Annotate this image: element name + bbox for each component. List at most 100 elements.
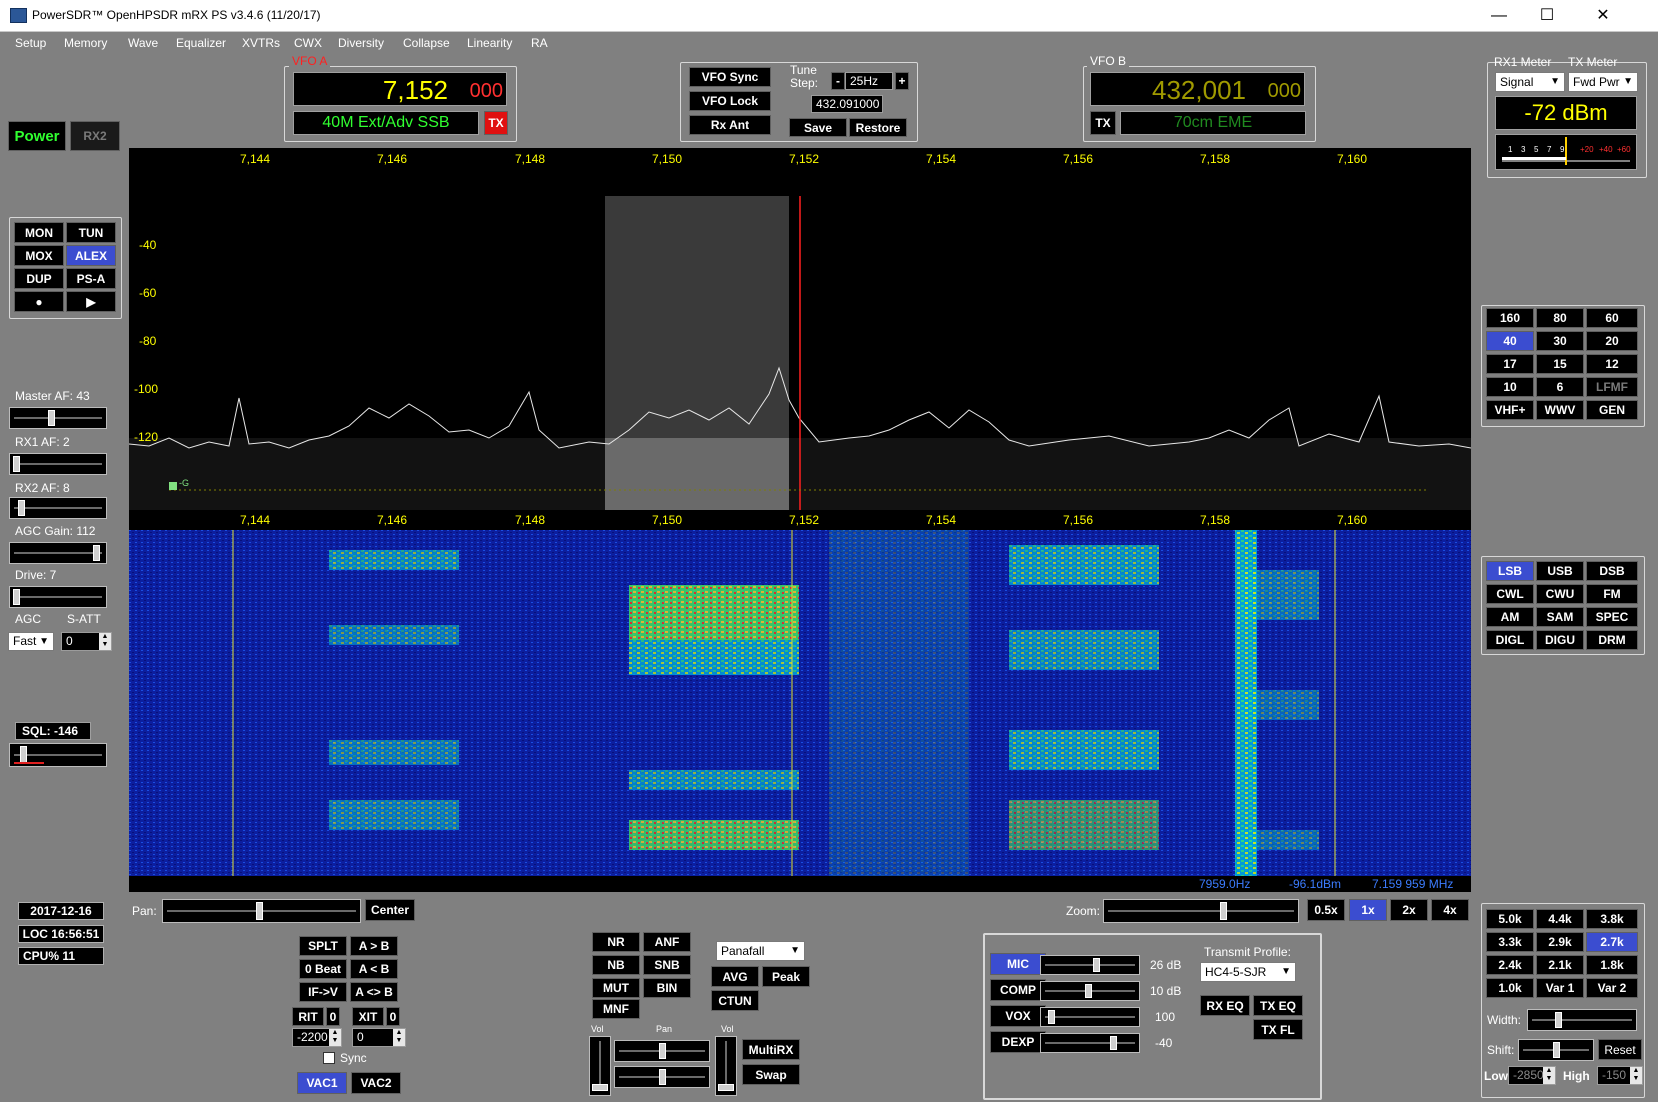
mic-gain-slider[interactable] bbox=[1040, 955, 1140, 975]
menu-memory[interactable]: Memory bbox=[64, 36, 107, 50]
rx1-meter-select[interactable]: Signal ▼ bbox=[1495, 72, 1565, 92]
mode-am[interactable]: AM bbox=[1486, 607, 1534, 627]
vfo-b-display[interactable]: 432,001 000 bbox=[1090, 72, 1305, 106]
dexp-button[interactable]: DEXP bbox=[990, 1031, 1046, 1053]
rx2-pan-slider[interactable] bbox=[614, 1066, 710, 1088]
xit-offset-stepper[interactable]: 0 ▲ ▼ bbox=[352, 1028, 406, 1047]
menu-setup[interactable]: Setup bbox=[15, 36, 46, 50]
vac1-button[interactable]: VAC1 bbox=[297, 1072, 347, 1094]
stepper-arrows-icon[interactable]: ▲ ▼ bbox=[329, 1029, 341, 1046]
menu-equalizer[interactable]: Equalizer bbox=[176, 36, 226, 50]
filter-3-8k[interactable]: 3.8k bbox=[1586, 909, 1638, 929]
stepper-arrows-icon[interactable]: ▲ ▼ bbox=[1543, 1067, 1555, 1084]
vox-button[interactable]: VOX bbox=[990, 1005, 1046, 1027]
zero-beat-button[interactable]: 0 Beat bbox=[299, 959, 347, 979]
stepper-arrows-icon[interactable]: ▲ ▼ bbox=[1630, 1067, 1642, 1084]
filter-high-stepper[interactable]: -150 ▲ ▼ bbox=[1597, 1066, 1643, 1085]
vox-slider[interactable] bbox=[1040, 1007, 1140, 1027]
vfo-a-display[interactable]: 7,152 000 bbox=[293, 72, 507, 106]
mode-cwl[interactable]: CWL bbox=[1486, 584, 1534, 604]
transmit-profile-select[interactable]: HC4-5-SJR ▼ bbox=[1200, 962, 1296, 982]
master-af-slider[interactable] bbox=[9, 407, 107, 429]
menu-collapse[interactable]: Collapse bbox=[403, 36, 450, 50]
vfo-sync-button[interactable]: VFO Sync bbox=[689, 67, 771, 87]
power-button[interactable]: Power bbox=[8, 121, 66, 151]
dexp-slider[interactable] bbox=[1040, 1033, 1140, 1053]
filter-1-8k[interactable]: 1.8k bbox=[1586, 955, 1638, 975]
vac2-button[interactable]: VAC2 bbox=[351, 1072, 401, 1094]
rx2-volume-slider[interactable] bbox=[715, 1036, 737, 1096]
vfo-a-tx-button[interactable]: TX bbox=[484, 111, 508, 135]
band-lfmf[interactable]: LFMF bbox=[1586, 377, 1638, 397]
tx-eq-button[interactable]: TX EQ bbox=[1253, 995, 1303, 1016]
mode-dsb[interactable]: DSB bbox=[1586, 561, 1638, 581]
play-button[interactable]: ▶ bbox=[66, 291, 116, 312]
avg-button[interactable]: AVG bbox=[711, 966, 759, 987]
menu-ra[interactable]: RA bbox=[531, 36, 548, 50]
mode-lsb[interactable]: LSB bbox=[1486, 561, 1534, 581]
stepper-arrows-icon[interactable]: ▲ ▼ bbox=[393, 1029, 405, 1046]
alex-button[interactable]: ALEX bbox=[66, 245, 116, 266]
close-button[interactable]: ✕ bbox=[1580, 0, 1626, 31]
filter-var2[interactable]: Var 2 bbox=[1586, 978, 1638, 998]
band-30[interactable]: 30 bbox=[1536, 331, 1584, 351]
filter-3-3k[interactable]: 3.3k bbox=[1486, 932, 1534, 952]
swap-button[interactable]: Swap bbox=[742, 1064, 800, 1085]
band-12[interactable]: 12 bbox=[1586, 354, 1638, 374]
filter-shift-slider[interactable] bbox=[1518, 1039, 1594, 1061]
waterfall[interactable] bbox=[129, 530, 1471, 876]
agc-gain-slider[interactable] bbox=[9, 542, 107, 564]
menu-wave[interactable]: Wave bbox=[128, 36, 158, 50]
rit-offset-stepper[interactable]: -2200 ▲ ▼ bbox=[292, 1028, 342, 1047]
band-15[interactable]: 15 bbox=[1536, 354, 1584, 374]
filter-1-0k[interactable]: 1.0k bbox=[1486, 978, 1534, 998]
band-20[interactable]: 20 bbox=[1586, 331, 1638, 351]
nr-button[interactable]: NR bbox=[592, 932, 640, 952]
filter-reset-button[interactable]: Reset bbox=[1598, 1039, 1642, 1060]
menu-linearity[interactable]: Linearity bbox=[467, 36, 512, 50]
comp-slider[interactable] bbox=[1040, 981, 1140, 1001]
filter-2-7k[interactable]: 2.7k bbox=[1586, 932, 1638, 952]
maximize-button[interactable]: ☐ bbox=[1524, 0, 1570, 31]
filter-2-4k[interactable]: 2.4k bbox=[1486, 955, 1534, 975]
band-160[interactable]: 160 bbox=[1486, 308, 1534, 328]
record-button[interactable]: ● bbox=[14, 291, 64, 312]
rx2-button[interactable]: RX2 bbox=[70, 121, 120, 151]
mode-cwu[interactable]: CWU bbox=[1536, 584, 1584, 604]
display-mode-select[interactable]: Panafall ▼ bbox=[716, 941, 805, 961]
mode-digu[interactable]: DIGU bbox=[1536, 630, 1584, 650]
tun-button[interactable]: TUN bbox=[66, 222, 116, 243]
dup-button[interactable]: DUP bbox=[14, 268, 64, 289]
squelch-slider[interactable] bbox=[9, 743, 107, 767]
rx2-af-slider[interactable] bbox=[9, 497, 107, 519]
mnf-button[interactable]: MNF bbox=[592, 999, 640, 1019]
band-wwv[interactable]: WWV bbox=[1536, 400, 1584, 420]
filter-4-4k[interactable]: 4.4k bbox=[1536, 909, 1584, 929]
snb-button[interactable]: SNB bbox=[643, 955, 691, 975]
zoom-4x-button[interactable]: 4x bbox=[1431, 899, 1469, 921]
zoom-slider[interactable] bbox=[1103, 899, 1299, 923]
vfo-b-tx-button[interactable]: TX bbox=[1090, 111, 1116, 135]
pan-slider[interactable] bbox=[162, 899, 361, 923]
split-button[interactable]: SPLT bbox=[299, 936, 347, 956]
b-to-a-button[interactable]: A < B bbox=[350, 959, 398, 979]
menu-cwx[interactable]: CWX bbox=[294, 36, 322, 50]
anf-button[interactable]: ANF bbox=[643, 932, 691, 952]
drive-slider[interactable] bbox=[9, 586, 107, 608]
filter-2-9k[interactable]: 2.9k bbox=[1536, 932, 1584, 952]
ps-a-button[interactable]: PS-A bbox=[66, 268, 116, 289]
comp-button[interactable]: COMP bbox=[990, 979, 1046, 1001]
mode-drm[interactable]: DRM bbox=[1586, 630, 1638, 650]
band-60[interactable]: 60 bbox=[1586, 308, 1638, 328]
center-button[interactable]: Center bbox=[365, 899, 415, 921]
swap-ab-button[interactable]: A <> B bbox=[350, 982, 398, 1002]
tx-filter-button[interactable]: TX FL bbox=[1253, 1019, 1303, 1040]
filter-5k[interactable]: 5.0k bbox=[1486, 909, 1534, 929]
mon-button[interactable]: MON bbox=[14, 222, 64, 243]
multirx-button[interactable]: MultiRX bbox=[742, 1039, 800, 1060]
mute-button[interactable]: MUT bbox=[592, 978, 640, 998]
s-att-stepper[interactable]: 0 ▲ ▼ bbox=[61, 632, 112, 651]
mode-usb[interactable]: USB bbox=[1536, 561, 1584, 581]
save-button[interactable]: Save bbox=[789, 118, 847, 137]
rx-eq-button[interactable]: RX EQ bbox=[1200, 995, 1250, 1016]
